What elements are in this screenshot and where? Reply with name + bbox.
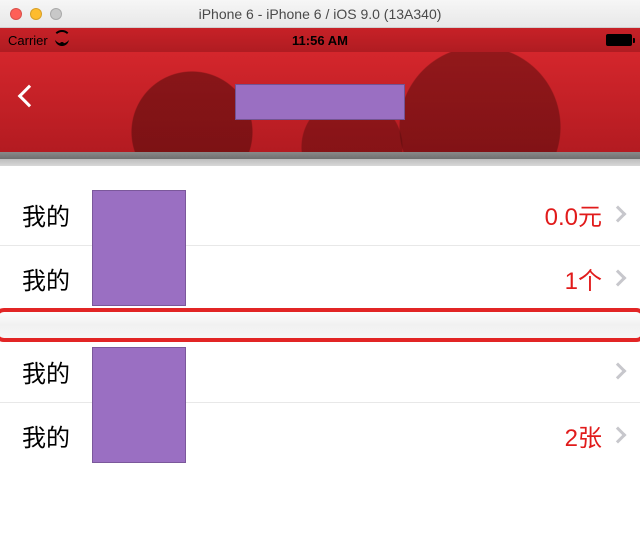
window-minimize-button[interactable] [30, 8, 42, 20]
content-area: 我的 0.0元 我的 1个 我的 我的 2张 [0, 166, 640, 467]
window-title: iPhone 6 - iPhone 6 / iOS 9.0 (13A340) [0, 6, 640, 22]
list-item-label: 我的 [22, 354, 70, 389]
list-item-label: 我的 [22, 418, 70, 453]
window-close-button[interactable] [10, 8, 22, 20]
redaction-block [92, 190, 186, 306]
clock-label: 11:56 AM [0, 33, 640, 48]
window-zoom-button[interactable] [50, 8, 62, 20]
chevron-right-icon [610, 270, 627, 287]
list-item-label: 我的 [22, 261, 70, 296]
list-section: 我的 我的 2张 [0, 339, 640, 467]
traffic-lights [10, 8, 62, 20]
chevron-right-icon [610, 363, 627, 380]
redaction-block [92, 347, 186, 463]
annotation-highlight [0, 308, 640, 342]
list-item-label: 我的 [22, 197, 70, 232]
chevron-right-icon [610, 427, 627, 444]
list-item-value: 2张 [565, 418, 608, 453]
back-button[interactable] [14, 74, 44, 118]
chevron-right-icon [610, 206, 627, 223]
list-item-value: 1个 [565, 261, 608, 296]
header-divider [0, 152, 640, 166]
window-titlebar: iPhone 6 - iPhone 6 / iOS 9.0 (13A340) [0, 0, 640, 28]
navigation-bar [0, 52, 640, 152]
ios-status-bar: Carrier 11:56 AM [0, 28, 640, 52]
chevron-left-icon [18, 85, 41, 108]
section-separator [0, 311, 640, 339]
nav-title-redacted [235, 84, 405, 120]
list-item-value: 0.0元 [545, 197, 608, 232]
battery-icon [606, 34, 632, 46]
list-section: 我的 0.0元 我的 1个 [0, 182, 640, 311]
